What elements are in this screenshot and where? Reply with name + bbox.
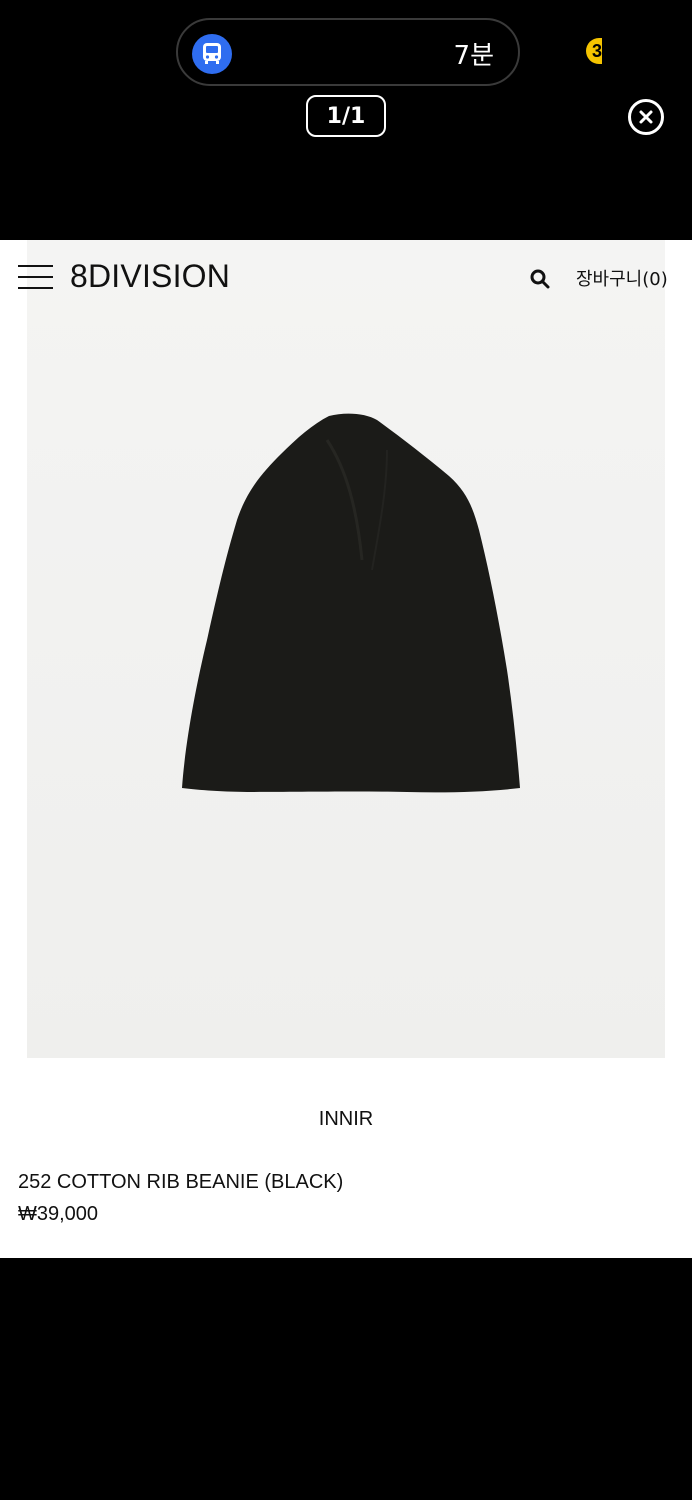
transit-status-pill[interactable]: 7분 <box>176 18 520 86</box>
site-header: 8DIVISION 장바구니(0) <box>0 240 692 314</box>
site-logo[interactable]: 8DIVISION <box>70 258 230 295</box>
close-icon[interactable] <box>628 99 664 135</box>
bus-icon <box>192 34 232 74</box>
search-icon[interactable] <box>530 269 550 289</box>
notification-badge[interactable]: 3 <box>586 38 602 64</box>
viewer-top-bar: 7분 3 1/1 <box>0 0 692 240</box>
menu-icon[interactable] <box>18 265 53 289</box>
transit-time: 7분 <box>453 41 494 71</box>
product-image[interactable] <box>27 240 665 1058</box>
viewer-bottom-bar <box>0 1258 692 1500</box>
product-page: 8DIVISION 장바구니(0) INNIR 252 COTTON RIB B… <box>0 240 692 1258</box>
cart-link[interactable]: 장바구니(0) <box>576 265 668 291</box>
page-counter: 1/1 <box>306 95 386 137</box>
beanie-image <box>27 240 665 1058</box>
product-brand[interactable]: INNIR <box>0 1108 692 1131</box>
product-name[interactable]: 252 COTTON RIB BEANIE (BLACK) <box>18 1171 343 1194</box>
product-price: ₩39,000 <box>18 1203 99 1225</box>
